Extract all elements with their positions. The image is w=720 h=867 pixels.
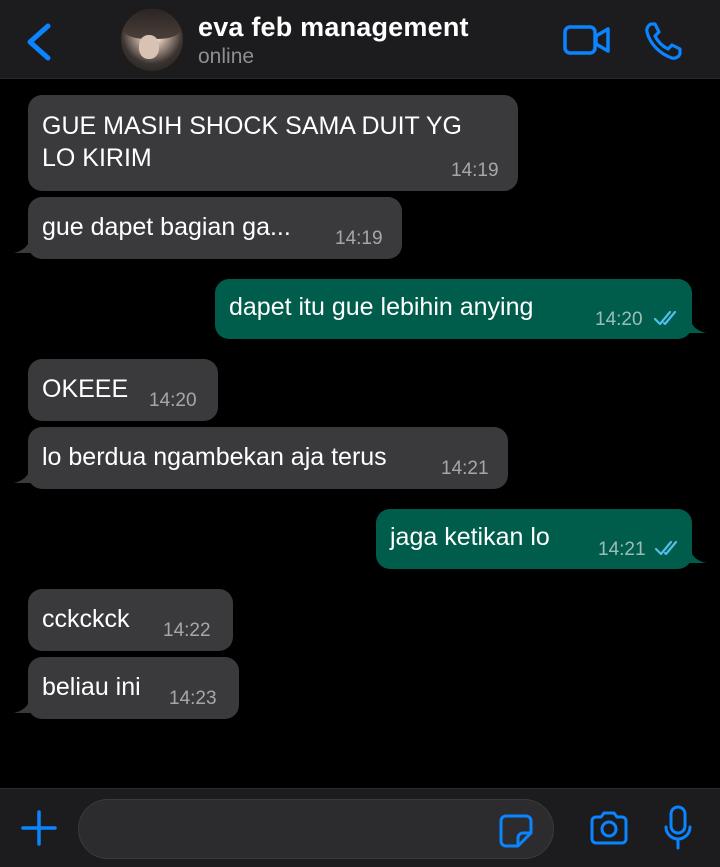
microphone-icon[interactable]: [664, 805, 692, 851]
message-text: jaga ketikan lo: [390, 523, 550, 551]
message-incoming[interactable]: lo berdua ngambekan aja terus 14:21: [14, 427, 508, 489]
message-time: 14:21: [598, 539, 646, 560]
bubble-tail: [14, 469, 36, 483]
message-time: 14:21: [441, 458, 489, 479]
phone-icon[interactable]: [642, 20, 686, 62]
message-time: 14:19: [335, 228, 383, 249]
message-incoming[interactable]: beliau ini 14:23: [14, 657, 239, 719]
message-text: cckckck: [42, 605, 130, 633]
message-incoming[interactable]: cckckck 14:22: [28, 589, 233, 651]
bubble-tail: [14, 699, 36, 713]
plus-icon[interactable]: [20, 809, 58, 847]
bubble-tail: [684, 549, 706, 563]
composer-bar: [0, 788, 720, 867]
message-text: gue dapet bagian ga...: [42, 213, 291, 241]
chevron-left-icon[interactable]: [22, 22, 58, 62]
read-receipt-icon: [653, 310, 677, 326]
message-text: OKEEE: [42, 375, 129, 403]
message-time: 14:22: [163, 620, 211, 641]
message-incoming[interactable]: gue dapet bagian ga... 14:19: [14, 197, 402, 259]
message-text: LO KIRIM: [42, 144, 152, 172]
message-time: 14:19: [451, 160, 499, 181]
chat-header: eva feb management online: [0, 0, 720, 79]
message-incoming[interactable]: OKEEE 14:20: [28, 359, 218, 421]
message-input[interactable]: [78, 799, 554, 859]
message-outgoing[interactable]: dapet itu gue lebihin anying 14:20: [215, 279, 706, 339]
message-time: 14:20: [595, 309, 643, 330]
camera-icon[interactable]: [588, 811, 630, 845]
video-call-icon[interactable]: [562, 22, 612, 58]
message-time: 14:23: [169, 688, 217, 709]
message-text: GUE MASIH SHOCK SAMA DUIT YG: [42, 112, 462, 140]
bubble-tail: [14, 239, 36, 253]
contact-status: online: [198, 45, 255, 68]
message-outgoing[interactable]: jaga ketikan lo 14:21: [376, 509, 706, 569]
bubble-tail: [684, 319, 706, 333]
avatar[interactable]: [121, 9, 183, 71]
sticker-icon[interactable]: [498, 813, 534, 849]
message-text: dapet itu gue lebihin anying: [229, 293, 534, 321]
message-time: 14:20: [149, 390, 197, 411]
message-incoming[interactable]: GUE MASIH SHOCK SAMA DUIT YG LO KIRIM 14…: [28, 95, 518, 191]
read-receipt-icon: [654, 540, 678, 556]
contact-name[interactable]: eva feb management: [198, 12, 469, 43]
message-text: lo berdua ngambekan aja terus: [42, 443, 387, 471]
message-text: beliau ini: [42, 673, 141, 701]
